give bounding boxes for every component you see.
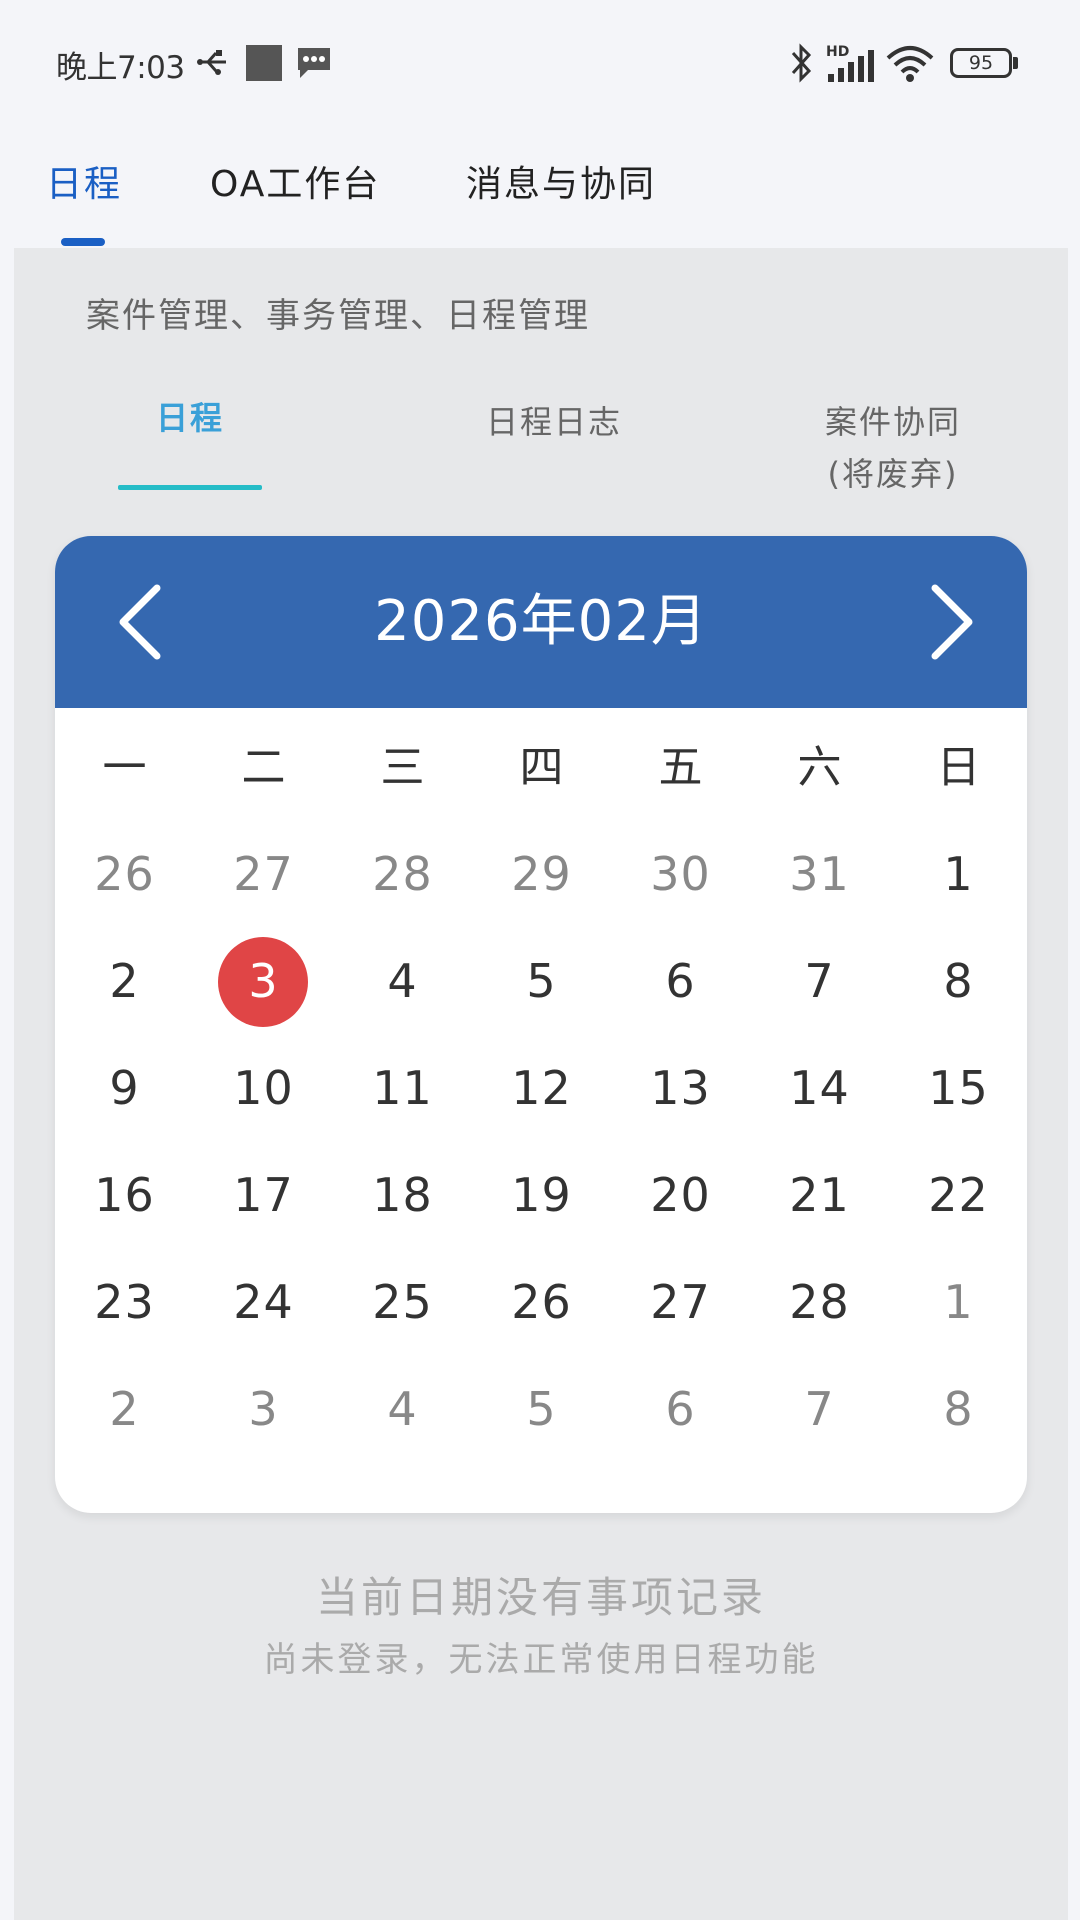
app-square-icon [246,45,282,81]
empty-state-title: 当前日期没有事项记录 [315,1573,766,1622]
calendar-day-next-month[interactable]: 7 [750,1356,889,1463]
calendar-day[interactable]: 10 [194,1035,333,1142]
calendar-day-prev-month[interactable]: 30 [611,821,750,928]
top-tab-indicator [61,238,105,246]
bluetooth-icon [791,43,812,83]
calendar-week: 2 3 4 5 6 7 8 [55,928,1027,1035]
calendar-day[interactable]: 25 [333,1249,472,1356]
weekday-row: 一 二 三 四 五 六 日 [55,714,1027,821]
calendar-day[interactable]: 13 [611,1035,750,1142]
calendar-day[interactable]: 7 [750,928,889,1035]
calendar-day[interactable]: 9 [55,1035,194,1142]
calendar-day-prev-month[interactable]: 26 [55,821,194,928]
top-tab-bar: 日程 OA工作台 消息与协同 [0,125,1080,248]
page-subtitle: 案件管理、事务管理、日程管理 [86,296,590,336]
calendar-day-next-month[interactable]: 3 [194,1356,333,1463]
calendar-header: 2026年02月 [55,536,1027,708]
calendar-day-next-month[interactable]: 2 [55,1356,194,1463]
calendar-day-next-month[interactable]: 8 [889,1356,1027,1463]
calendar-day[interactable]: 14 [750,1035,889,1142]
weekday-label: 三 [380,742,425,793]
calendar-day-next-month[interactable]: 6 [611,1356,750,1463]
tab-oa-workbench[interactable]: OA工作台 [210,155,380,207]
calendar-day[interactable]: 19 [472,1142,611,1249]
weekday-label: 五 [658,742,703,793]
calendar-week: 2 3 4 5 6 7 8 [55,1356,1027,1463]
weekday-label: 四 [519,742,564,793]
calendar-day[interactable]: 8 [889,928,1027,1035]
calendar-day[interactable]: 6 [611,928,750,1035]
calendar-day[interactable]: 23 [55,1249,194,1356]
status-time: 晚上7:03 [56,50,185,86]
calendar-day[interactable]: 28 [750,1249,889,1356]
calendar-week: 26 27 28 29 30 31 1 [55,821,1027,928]
calendar-day[interactable]: 11 [333,1035,472,1142]
subtab-case-collaboration-label: 案件协同 [824,403,961,441]
calendar-day[interactable]: 1 [889,821,1027,928]
calendar-month-title: 2026年02月 [374,589,708,654]
calendar-day[interactable]: 16 [55,1142,194,1249]
calendar-week: 9 10 11 12 13 14 15 [55,1035,1027,1142]
prev-month-icon[interactable] [105,580,185,664]
weekday-label: 二 [241,742,286,793]
empty-state-message: 尚未登录，无法正常使用日程功能 [263,1640,819,1680]
calendar-day-prev-month[interactable]: 28 [333,821,472,928]
calendar-day[interactable]: 18 [333,1142,472,1249]
calendar-day[interactable]: 15 [889,1035,1027,1142]
calendar-day[interactable]: 27 [611,1249,750,1356]
calendar-day-prev-month[interactable]: 31 [750,821,889,928]
calendar-day[interactable]: 12 [472,1035,611,1142]
calendar-day-next-month[interactable]: 5 [472,1356,611,1463]
tab-schedule[interactable]: 日程 [46,155,122,207]
calendar-day[interactable]: 22 [889,1142,1027,1249]
calendar-day[interactable]: 21 [750,1142,889,1249]
subtab-deprecated-note: (将废弃) [827,455,959,493]
weekday-label: 日 [936,742,981,793]
calendar-day-prev-month[interactable]: 27 [194,821,333,928]
calendar-day[interactable]: 4 [333,928,472,1035]
subtab-case-collaboration[interactable]: 案件协同 (将废弃) [788,396,998,500]
weekday-label: 一 [102,742,147,793]
calendar-day[interactable]: 2 [55,928,194,1035]
calendar-day-next-month[interactable]: 1 [889,1249,1027,1356]
battery-level: 95 [968,52,994,74]
selected-day-number: 3 [248,954,279,1008]
schedule-panel: 案件管理、事务管理、日程管理 日程 日程日志 案件协同 (将废弃) 2026年0… [14,248,1068,1920]
calendar-day-prev-month[interactable]: 29 [472,821,611,928]
subtab-schedule-log[interactable]: 日程日志 [434,396,674,448]
battery-tip [1013,57,1018,69]
calendar: 2026年02月 一 二 三 四 五 六 日 26 27 28 29 30 31… [55,536,1027,1513]
message-icon [298,48,330,78]
subtab-schedule[interactable]: 日程 [118,392,262,444]
weekday-label: 六 [797,742,842,793]
calendar-day-next-month[interactable]: 4 [333,1356,472,1463]
calendar-week: 23 24 25 26 27 28 1 [55,1249,1027,1356]
calendar-day[interactable]: 5 [472,928,611,1035]
tab-messages-collaboration[interactable]: 消息与协同 [466,155,656,207]
battery-icon: 95 [950,48,1012,78]
signal-icon [828,50,874,82]
calendar-day[interactable]: 24 [194,1249,333,1356]
wifi-icon [886,46,934,82]
calendar-day[interactable]: 17 [194,1142,333,1249]
subtab-indicator [118,485,262,490]
calendar-day[interactable]: 20 [611,1142,750,1249]
usb-debug-icon [197,50,226,75]
calendar-week: 16 17 18 19 20 21 22 [55,1142,1027,1249]
calendar-day-selected[interactable]: 3 [194,928,333,1035]
status-bar: 晚上7:03 HD 95 [0,0,1080,125]
calendar-day[interactable]: 26 [472,1249,611,1356]
next-month-icon[interactable] [907,580,987,664]
